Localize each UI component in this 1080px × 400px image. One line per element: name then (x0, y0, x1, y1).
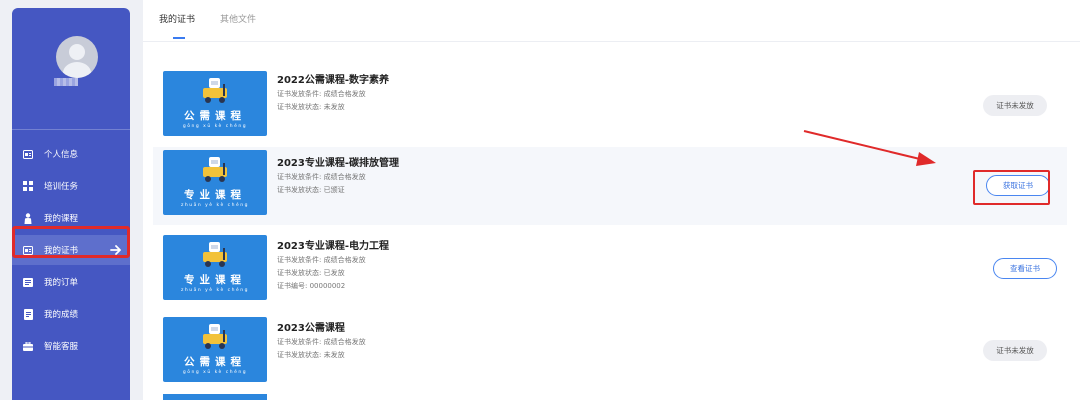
sidebar-item-personal-info[interactable]: 个人信息 (12, 139, 130, 169)
person-icon (23, 212, 33, 224)
thumbnail-pinyin: zhuān yè kè chéng (181, 203, 249, 208)
thumbnail-pinyin: gōng xū kè chéng (182, 370, 248, 375)
certificate-card: 公需课程 gōng xū kè chéng 2023公需课程 证书发放条件: 成… (153, 314, 1067, 392)
certificate-card: 专业课程 zhuān yè kè chéng 2023专业课程-电力工程 证书发… (153, 232, 1067, 310)
sidebar-divider (12, 129, 130, 130)
sidebar-item-label: 个人信息 (44, 150, 79, 160)
tab-my-certificates[interactable]: 我的证书 (159, 12, 195, 25)
main-panel: 我的证书 其他文件 公需课程 gōng xū kè chéng 2022公需课程… (143, 0, 1080, 400)
course-thumbnail: 专业课程 zhuān yè kè chéng (163, 150, 267, 215)
robot-illustration-icon (203, 242, 227, 267)
sidebar-item-label: 我的订单 (44, 278, 79, 288)
id-card-icon (23, 149, 33, 159)
robot-illustration-icon (203, 324, 227, 349)
certificate-title: 2022公需课程-数字素养 (277, 75, 389, 86)
avatar-body (63, 62, 91, 78)
issue-condition: 证书发放条件: 成绩合格发放 (277, 256, 366, 264)
thumbnail-title: 专业课程 (184, 189, 246, 201)
sidebar-item-label: 我的课程 (44, 214, 79, 224)
issue-condition: 证书发放条件: 成绩合格发放 (277, 338, 366, 346)
issue-status: 证书发放状态: 未发放 (277, 351, 345, 359)
thumbnail-pinyin: gōng xū kè chéng (182, 124, 248, 129)
robot-illustration-icon (203, 157, 227, 182)
order-icon (23, 277, 33, 287)
sidebar-item-label: 智能客服 (44, 342, 79, 352)
active-tab-indicator (173, 37, 185, 39)
sidebar-item-label: 培训任务 (44, 182, 79, 192)
certificate-title: 2023专业课程-碳排放管理 (277, 158, 399, 169)
issue-condition: 证书发放条件: 成绩合格发放 (277, 90, 366, 98)
certificate-number: 证书编号: 00000002 (277, 282, 346, 290)
avatar-head (69, 44, 85, 60)
certificate-card: 公需课程 gōng xū kè chéng 2022公需课程-数字素养 证书发放… (153, 68, 1067, 146)
issue-status: 证书发放状态: 未发放 (277, 103, 345, 111)
thumbnail-title: 专业课程 (184, 274, 246, 286)
sidebar-item-my-orders[interactable]: 我的订单 (12, 267, 130, 297)
issue-status: 证书发放状态: 已发放 (277, 269, 345, 277)
view-certificate-button[interactable]: 查看证书 (993, 258, 1057, 279)
username-redacted (54, 78, 78, 86)
sidebar: 个人信息 培训任务 我的课程 我的证书 我的订单 我的成绩 智能客服 (12, 8, 130, 400)
sidebar-item-smart-support[interactable]: 智能客服 (12, 331, 130, 361)
document-icon (23, 308, 33, 320)
tab-bar: 我的证书 其他文件 (143, 0, 1080, 42)
certificate-not-issued-button[interactable]: 证书未发放 (983, 340, 1047, 361)
grid-icon (23, 181, 33, 191)
sidebar-item-label: 我的成绩 (44, 310, 79, 320)
course-thumbnail: 公需课程 gōng xū kè chéng (163, 317, 267, 382)
sidebar-item-my-scores[interactable]: 我的成绩 (12, 299, 130, 329)
tab-other-files[interactable]: 其他文件 (220, 12, 256, 25)
robot-illustration-icon (203, 78, 227, 103)
issue-status: 证书发放状态: 已颁证 (277, 186, 345, 194)
issue-condition: 证书发放条件: 成绩合格发放 (277, 173, 366, 181)
course-thumbnail-partial (163, 394, 267, 400)
briefcase-icon (23, 341, 33, 351)
thumbnail-title: 公需课程 (184, 110, 246, 122)
thumbnail-title: 公需课程 (184, 356, 246, 368)
thumbnail-pinyin: zhuān yè kè chéng (181, 288, 249, 293)
annotation-highlight-box (973, 170, 1050, 205)
certificate-not-issued-button[interactable]: 证书未发放 (983, 95, 1047, 116)
sidebar-item-training-tasks[interactable]: 培训任务 (12, 171, 130, 201)
annotation-highlight-box (12, 226, 130, 258)
certificate-card: 专业课程 zhuān yè kè chéng 2023专业课程-碳排放管理 证书… (153, 147, 1067, 225)
certificate-title: 2023公需课程 (277, 323, 345, 334)
avatar[interactable] (56, 36, 98, 78)
certificate-title: 2023专业课程-电力工程 (277, 241, 389, 252)
course-thumbnail: 公需课程 gōng xū kè chéng (163, 71, 267, 136)
course-thumbnail: 专业课程 zhuān yè kè chéng (163, 235, 267, 300)
